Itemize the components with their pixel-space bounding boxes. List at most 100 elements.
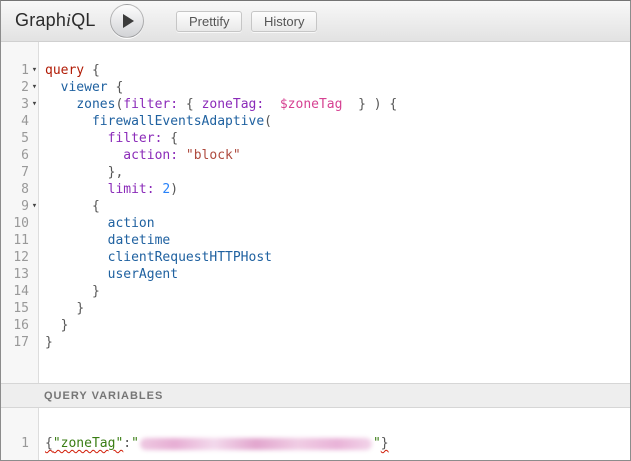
execute-query-button[interactable] [110, 4, 144, 38]
fold-gutter-spacer [29, 130, 40, 147]
syntax-token [45, 114, 92, 129]
fold-gutter-spacer [29, 164, 40, 181]
code-text: }, [40, 164, 123, 181]
code-text: clientRequestHTTPHost [40, 249, 272, 266]
line-number: 5 [1, 130, 29, 147]
fold-arrow-icon[interactable]: ▾ [29, 79, 40, 96]
code-text: action [40, 215, 155, 232]
syntax-token: { [84, 63, 100, 78]
code-text: } [40, 317, 68, 334]
line-number: 1 [1, 435, 29, 452]
fold-gutter-spacer [29, 317, 40, 334]
line-number: 12 [1, 249, 29, 266]
code-text: userAgent [40, 266, 178, 283]
fold-gutter-spacer [29, 215, 40, 232]
syntax-token: clientRequestHTTPHost [108, 250, 272, 265]
line-number: 13 [1, 266, 29, 283]
query-variables-header[interactable]: QUERY VARIABLES [1, 383, 630, 408]
code-line: 10 action [1, 215, 630, 232]
code-line: 11 datetime [1, 232, 630, 249]
syntax-token: ( [264, 114, 272, 129]
code-text: datetime [40, 232, 170, 249]
syntax-token: ) [170, 182, 178, 197]
syntax-token: : [123, 436, 131, 451]
syntax-token [45, 233, 108, 248]
syntax-token: } [92, 284, 100, 299]
play-icon [123, 14, 134, 28]
syntax-token: $zoneTag [280, 97, 343, 112]
line-number: 2 [1, 79, 29, 96]
code-text: firewallEventsAdaptive( [40, 113, 272, 130]
line-number: 6 [1, 147, 29, 164]
fold-gutter-spacer [29, 113, 40, 130]
syntax-token: } [381, 436, 389, 451]
code-text: } [40, 334, 53, 351]
fold-gutter-spacer [29, 232, 40, 249]
syntax-token: datetime [108, 233, 171, 248]
syntax-token: { [108, 80, 124, 95]
fold-arrow-icon[interactable]: ▾ [29, 96, 40, 113]
code-text: limit: 2) [40, 181, 178, 198]
code-text: {"zoneTag":""} [40, 435, 389, 452]
code-text: { [40, 198, 100, 215]
line-number: 7 [1, 164, 29, 181]
code-text: } [40, 283, 100, 300]
syntax-token [45, 199, 92, 214]
fold-gutter-spacer [29, 435, 40, 452]
line-number: 4 [1, 113, 29, 130]
query-editor[interactable]: 1▾query {2▾ viewer {3▾ zones(filter: { z… [1, 42, 630, 383]
syntax-token [45, 97, 76, 112]
syntax-token: " [373, 436, 381, 451]
fold-arrow-icon[interactable]: ▾ [29, 198, 40, 215]
query-code-lines: 1▾query {2▾ viewer {3▾ zones(filter: { z… [1, 62, 630, 351]
code-text: action: "block" [40, 147, 241, 164]
fold-gutter-spacer [29, 266, 40, 283]
code-text: zones(filter: { zoneTag: $zoneTag } ) { [40, 96, 397, 113]
syntax-token: query [45, 63, 84, 78]
syntax-token: { [92, 199, 100, 214]
redacted-value-blur [140, 438, 372, 450]
logo-text-pre: Graph [15, 10, 66, 30]
history-button[interactable]: History [251, 11, 317, 32]
code-line: 14 } [1, 283, 630, 300]
syntax-token: { [45, 436, 53, 451]
line-number: 16 [1, 317, 29, 334]
syntax-token: } [61, 318, 69, 333]
syntax-token [45, 165, 108, 180]
syntax-token: action [108, 216, 155, 231]
fold-arrow-icon[interactable]: ▾ [29, 62, 40, 79]
syntax-token [45, 318, 61, 333]
syntax-token: }, [108, 165, 124, 180]
code-line: 1{"zoneTag":""} [1, 435, 630, 452]
line-number: 17 [1, 334, 29, 351]
fold-gutter-spacer [29, 334, 40, 351]
code-line: 1▾query { [1, 62, 630, 79]
code-line: 8 limit: 2) [1, 181, 630, 198]
syntax-token [45, 216, 108, 231]
syntax-token [45, 182, 108, 197]
syntax-token: limit: [108, 182, 155, 197]
variables-line-number-gutter [1, 408, 39, 460]
syntax-token [45, 148, 123, 163]
code-text: } [40, 300, 84, 317]
syntax-token: action: [123, 148, 178, 163]
code-line: 7 }, [1, 164, 630, 181]
graphiql-logo: GraphiQL [15, 10, 96, 31]
code-line: 2▾ viewer { [1, 79, 630, 96]
syntax-token [45, 301, 76, 316]
syntax-token: } [76, 301, 84, 316]
variables-editor[interactable]: 1{"zoneTag":""} [1, 408, 630, 460]
syntax-token [45, 131, 108, 146]
syntax-token: " [131, 436, 139, 451]
fold-gutter-spacer [29, 283, 40, 300]
code-line: 17} [1, 334, 630, 351]
code-text: query { [40, 62, 100, 79]
syntax-token: { [178, 97, 201, 112]
code-line: 9▾ { [1, 198, 630, 215]
code-line: 6 action: "block" [1, 147, 630, 164]
syntax-token [45, 284, 92, 299]
prettify-button[interactable]: Prettify [176, 11, 242, 32]
syntax-token [45, 250, 108, 265]
syntax-token: filter: [123, 97, 178, 112]
line-number: 9 [1, 198, 29, 215]
